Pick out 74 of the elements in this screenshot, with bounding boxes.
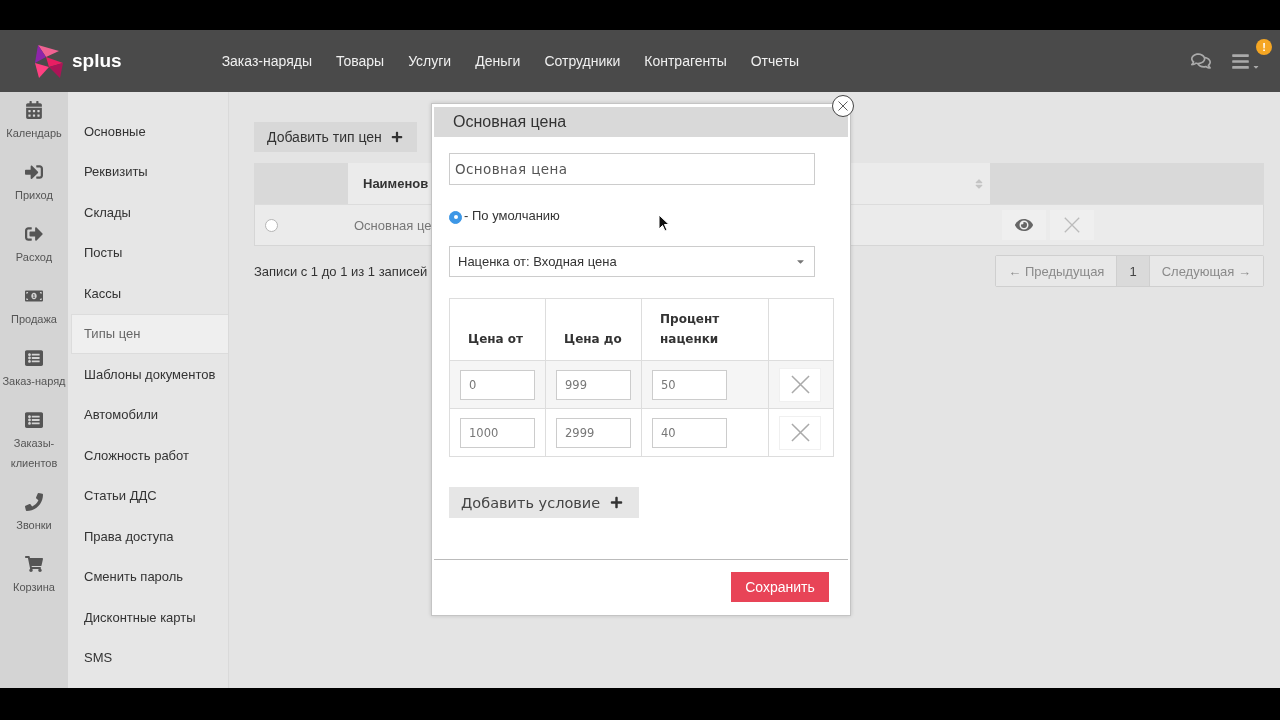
price-input[interactable]: 40 <box>652 417 727 448</box>
nav-link[interactable]: Деньги <box>475 53 521 69</box>
list-icon <box>25 411 43 429</box>
mouse-pointer-icon <box>658 214 670 232</box>
nav-link[interactable]: Заказ-наряды <box>221 53 312 69</box>
logo-icon <box>35 44 63 78</box>
sign-in-icon <box>25 163 43 181</box>
table-cell: Основная це <box>354 218 432 233</box>
row-radio[interactable] <box>265 218 278 232</box>
settings-menu-item[interactable]: Кассы <box>68 273 228 314</box>
delete-row-button[interactable] <box>779 367 821 402</box>
sidebar-nav-item[interactable]: Продажа <box>0 287 68 329</box>
add-price-type-button[interactable]: Добавить тип цен <box>254 122 417 152</box>
calendar-icon <box>25 101 43 119</box>
settings-menu-item[interactable]: Права доступа <box>68 516 228 557</box>
add-condition-button[interactable]: Добавить условие <box>449 487 640 518</box>
chat-icon[interactable] <box>1191 51 1211 71</box>
sidebar-nav-item[interactable]: Заказ-наряд <box>0 349 68 391</box>
phone-icon <box>25 493 43 511</box>
nav-link[interactable]: Услуги <box>408 53 452 69</box>
list-icon <box>25 349 43 367</box>
price-input[interactable]: 1000 <box>460 417 535 448</box>
save-button[interactable]: Сохранить <box>731 572 829 602</box>
notification-badge: ! <box>1256 38 1272 55</box>
settings-menu-item[interactable]: Реквизиты <box>68 151 228 192</box>
settings-menu-item[interactable]: Сложность работ <box>68 435 228 476</box>
settings-menu-item[interactable]: Автомобили <box>68 394 228 435</box>
settings-menu-item[interactable]: Склады <box>68 192 228 233</box>
nav-link[interactable]: Отчеты <box>750 53 800 69</box>
delete-row-button[interactable] <box>779 415 821 450</box>
eye-icon <box>1015 216 1033 234</box>
plus-icon <box>390 131 403 143</box>
settings-menu-item[interactable]: Посты <box>68 232 228 273</box>
sidebar-nav-item[interactable]: Заказы-клиентов <box>0 411 68 473</box>
records-info: Записи с 1 до 1 из 1 записей <box>254 263 428 279</box>
plus-icon <box>610 496 624 509</box>
price-input[interactable]: 2999 <box>556 417 631 448</box>
default-option-label: - По умолчанию <box>464 208 560 223</box>
close-icon <box>1064 217 1080 233</box>
price-input[interactable]: 0 <box>460 369 535 400</box>
sidebar-nav-item[interactable]: Звонки <box>0 493 68 535</box>
price-input[interactable]: 999 <box>556 369 631 400</box>
column-header[interactable]: Наименов <box>363 176 429 191</box>
column-header: Цена до <box>545 298 642 361</box>
default-radio[interactable] <box>449 210 462 224</box>
settings-menu-item[interactable]: Типы цен <box>71 313 228 354</box>
settings-menu-item[interactable]: Статьи ДДС <box>68 475 228 516</box>
nav-link[interactable]: Контрагенты <box>644 53 727 69</box>
logo-text: splus <box>72 50 122 72</box>
name-input[interactable]: Основная цена <box>449 153 815 185</box>
nav-link[interactable]: Товары <box>335 53 385 69</box>
menu-icon[interactable] <box>1231 51 1250 71</box>
sign-out-icon <box>25 225 43 243</box>
markup-select[interactable]: Наценка от: Входная цена <box>449 246 815 277</box>
page-button[interactable]: 1 <box>1116 256 1149 286</box>
dialog-title: Основная цена <box>434 107 848 137</box>
settings-menu-item[interactable]: Дисконтные карты <box>68 597 228 638</box>
column-header: Цена от <box>449 298 546 361</box>
sidebar-nav-item[interactable]: Календарь <box>0 101 68 143</box>
cart-icon <box>25 555 43 573</box>
close-icon <box>838 101 848 111</box>
nav-link[interactable]: Сотрудники <box>544 53 621 69</box>
settings-menu-item[interactable]: SMS <box>68 637 228 678</box>
column-header: Процент наценки <box>641 298 769 361</box>
settings-menu-item[interactable]: Шаблоны документов <box>68 354 228 395</box>
sidebar-nav-item[interactable]: Корзина <box>0 555 68 597</box>
settings-menu-item[interactable]: Сменить пароль <box>68 556 228 597</box>
view-button[interactable] <box>1002 210 1046 240</box>
sidebar-nav-item[interactable]: Приход <box>0 163 68 205</box>
price-input[interactable]: 50 <box>652 369 727 400</box>
settings-menu-item[interactable]: Основные <box>68 111 228 152</box>
close-icon <box>790 423 810 442</box>
close-icon <box>790 375 810 394</box>
sidebar-nav-item[interactable]: Расход <box>0 225 68 267</box>
